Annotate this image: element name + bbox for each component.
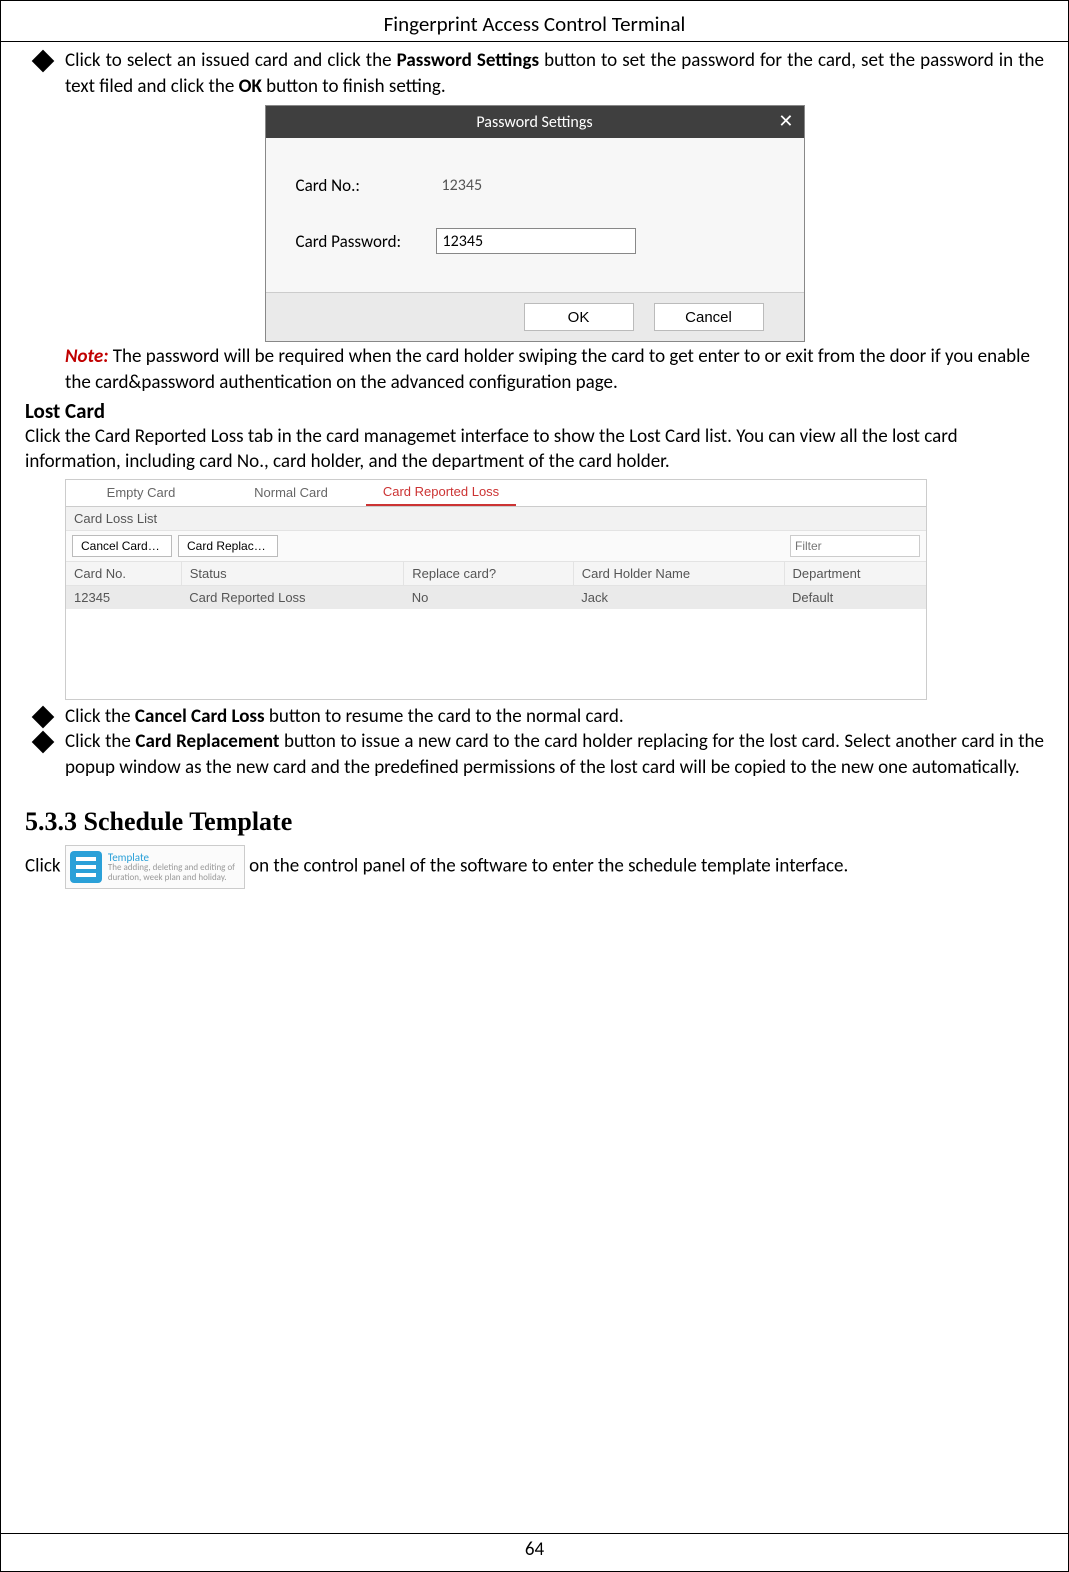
page: Fingerprint Access Control Terminal Clic… (0, 0, 1069, 1572)
header-divider (1, 41, 1068, 42)
tab-normal-card[interactable]: Normal Card (216, 480, 366, 506)
bullet-item-3: Click the Card Replacement button to iss… (25, 729, 1044, 780)
page-footer: 64 (1, 1533, 1068, 1561)
bullet2-post: button to resume the card to the normal … (265, 705, 624, 728)
template-icon (70, 851, 102, 883)
cell-replace: No (404, 585, 574, 609)
note-label: Note: (65, 345, 108, 368)
note-block: Note: The password will be required when… (25, 344, 1044, 395)
template-text-wrap: Template The adding, deleting and editin… (108, 852, 240, 882)
card-no-label: Card No.: (296, 175, 436, 196)
cancel-button[interactable]: Cancel (654, 303, 764, 331)
col-holder[interactable]: Card Holder Name (573, 562, 784, 586)
table-header-row: Card No. Status Replace card? Card Holde… (66, 562, 926, 586)
bullet1-pre: Click to select an issued card and click… (65, 49, 397, 72)
cancel-card-loss-button[interactable]: Cancel Card L... (72, 535, 172, 557)
bullet3-bold: Card Replacement (135, 730, 279, 753)
cell-holder: Jack (573, 585, 784, 609)
bullet2-pre: Click the (65, 705, 135, 728)
bullet-item-2: Click the Cancel Card Loss button to res… (25, 704, 1044, 730)
template-control-panel-button[interactable]: Template The adding, deleting and editin… (65, 845, 245, 889)
col-replace[interactable]: Replace card? (404, 562, 574, 586)
bullet-1-text: Click to select an issued card and click… (65, 48, 1044, 99)
bullet3-pre: Click the (65, 730, 135, 753)
section-heading-5-3-3: 5.3.3 Schedule Template (25, 807, 1044, 837)
col-status[interactable]: Status (181, 562, 404, 586)
password-settings-dialog: Password Settings ✕ Card No.: Card Passw… (265, 105, 805, 342)
cell-status: Card Reported Loss (181, 585, 404, 609)
bullet1-post: button to finish setting. (262, 75, 446, 98)
lost-card-heading: Lost Card (25, 398, 1044, 424)
lost-card-para: Click the Card Reported Loss tab in the … (25, 424, 1044, 475)
diamond-bullet-icon (32, 50, 55, 73)
card-loss-list-title: Card Loss List (66, 507, 926, 531)
dialog-footer: OK Cancel (266, 292, 804, 341)
bullet1-bold2: OK (239, 75, 262, 98)
template-paragraph: Click Template The adding, deleting and … (25, 845, 1044, 889)
bullet-item-1: Click to select an issued card and click… (25, 48, 1044, 99)
card-loss-tabs: Empty Card Normal Card Card Reported Los… (66, 480, 926, 507)
bullet1-bold1: Password Settings (397, 49, 539, 72)
card-password-label: Card Password: (296, 231, 436, 252)
note-text: The password will be required when the c… (65, 345, 1030, 394)
bullet2-bold: Cancel Card Loss (135, 705, 265, 728)
diamond-bullet-icon (32, 731, 55, 754)
bullet-2-text: Click the Cancel Card Loss button to res… (65, 704, 1044, 730)
card-password-row: Card Password: (296, 228, 774, 254)
card-password-input[interactable] (436, 228, 636, 254)
dialog-body: Card No.: Card Password: (266, 138, 804, 292)
page-number: 64 (1, 1538, 1068, 1561)
cell-department: Default (784, 585, 926, 609)
card-no-row: Card No.: (296, 172, 774, 198)
template-pre: Click (25, 854, 65, 877)
card-no-input[interactable] (436, 172, 636, 198)
card-loss-toolbar: Cancel Card L... Card Replace ... (66, 531, 926, 562)
template-post: on the control panel of the software to … (249, 854, 848, 877)
ok-button[interactable]: OK (524, 303, 634, 331)
table-row[interactable]: 12345 Card Reported Loss No Jack Default (66, 585, 926, 609)
filter-wrap (790, 535, 920, 557)
col-department[interactable]: Department (784, 562, 926, 586)
bullet-3-text: Click the Card Replacement button to iss… (65, 729, 1044, 780)
card-loss-figure: Empty Card Normal Card Card Reported Los… (65, 479, 927, 700)
dialog-title: Password Settings (266, 113, 804, 132)
card-loss-table: Card No. Status Replace card? Card Holde… (66, 562, 926, 609)
template-button-desc: The adding, deleting and editing of dura… (108, 863, 240, 882)
filter-input[interactable] (790, 535, 920, 557)
cell-card-no: 12345 (66, 585, 181, 609)
close-icon[interactable]: ✕ (778, 112, 793, 130)
card-loss-empty-area (66, 609, 926, 699)
col-card-no[interactable]: Card No. (66, 562, 181, 586)
page-header-title: Fingerprint Access Control Terminal (25, 11, 1044, 37)
tab-empty-card[interactable]: Empty Card (66, 480, 216, 506)
dialog-titlebar: Password Settings ✕ (266, 106, 804, 138)
tab-card-reported-loss[interactable]: Card Reported Loss (366, 480, 516, 506)
footer-divider (1, 1533, 1068, 1534)
diamond-bullet-icon (32, 706, 55, 729)
card-replace-button[interactable]: Card Replace ... (178, 535, 278, 557)
